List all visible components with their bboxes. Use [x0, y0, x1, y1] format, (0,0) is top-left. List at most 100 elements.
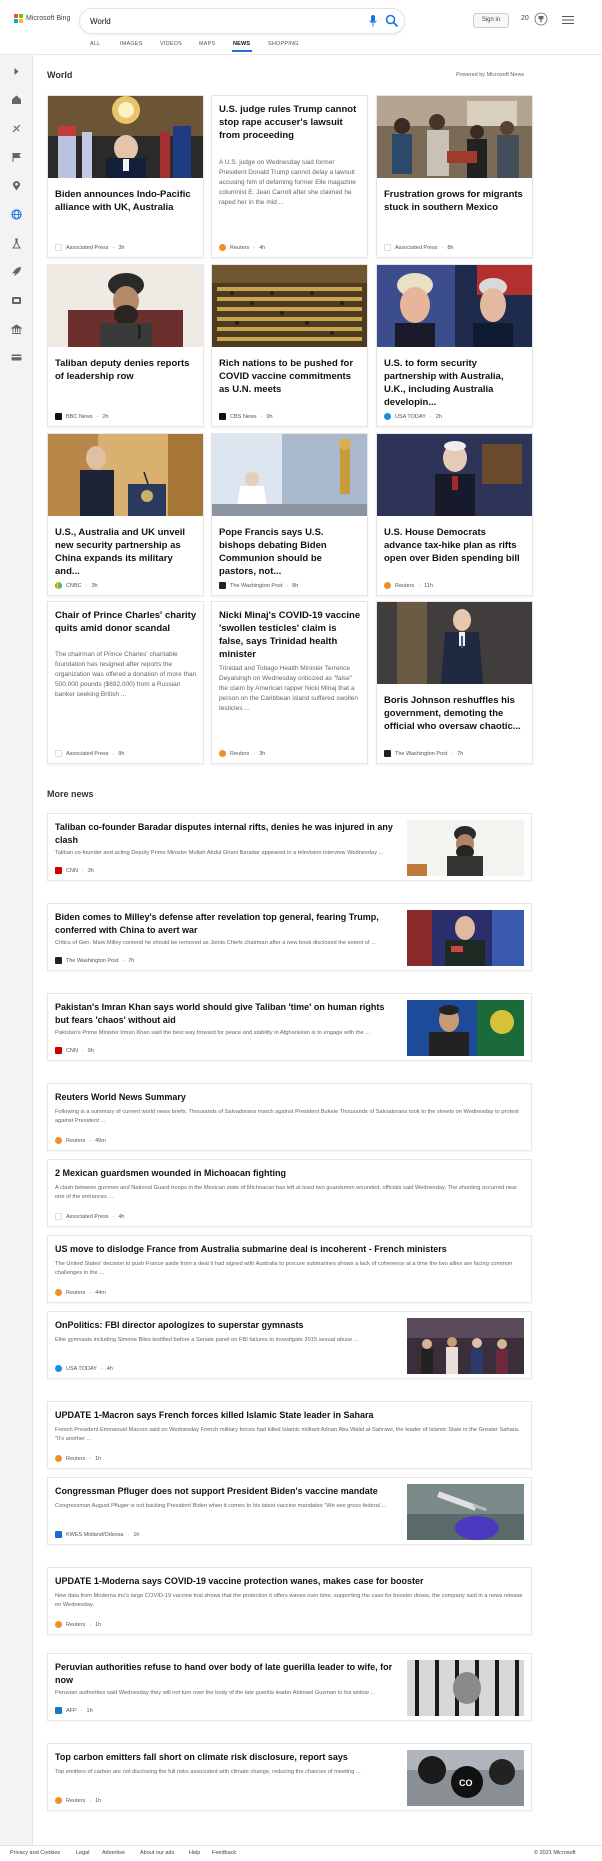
signin-button[interactable]: Sign in — [473, 13, 509, 28]
globe-icon[interactable] — [10, 208, 23, 221]
card-headline[interactable]: Rich nations to be pushed for COVID vacc… — [219, 357, 361, 396]
news-card[interactable]: Pope Francis says U.S. bishops debating … — [211, 433, 368, 596]
footer-link-advertise[interactable]: Advertise — [102, 1850, 125, 1856]
more-news-headline[interactable]: 2 Mexican guardsmen wounded in Michoacan… — [55, 1167, 525, 1180]
news-card[interactable]: U.S. to form security partnership with A… — [376, 264, 533, 427]
footer-link-about-ads[interactable]: About our ads — [140, 1850, 174, 1856]
hamburger-menu-icon[interactable] — [562, 15, 574, 25]
more-news-headline[interactable]: Biden comes to Milley's defense after re… — [55, 911, 400, 937]
politics-icon[interactable] — [10, 323, 23, 336]
card-headline[interactable]: U.S. House Democrats advance tax-hike pl… — [384, 526, 526, 565]
card-headline[interactable]: U.S., Australia and UK unveil new securi… — [55, 526, 197, 578]
news-card[interactable]: Nicki Minaj's COVID-19 vaccine 'swollen … — [211, 601, 368, 764]
more-news-snippet: Congressman August Pfluger is not backin… — [55, 1503, 387, 1509]
more-news-item[interactable]: UPDATE 1-Macron says French forces kille… — [47, 1401, 532, 1469]
card-headline[interactable]: Biden announces Indo-Pacific alliance wi… — [55, 188, 197, 214]
home-icon[interactable] — [10, 93, 23, 106]
footer-link-privacy[interactable]: Privacy and Cookies — [10, 1850, 60, 1856]
tab-all[interactable]: ALL — [90, 41, 100, 47]
more-news-headline[interactable]: Top carbon emitters fall short on climat… — [55, 1751, 400, 1764]
more-news-headline[interactable]: Reuters World News Summary — [55, 1091, 525, 1104]
more-news-item[interactable]: OnPolitics: FBI director apologizes to s… — [47, 1311, 532, 1379]
footer-link-help[interactable]: Help — [189, 1850, 200, 1856]
more-news-headline[interactable]: OnPolitics: FBI director apologizes to s… — [55, 1319, 400, 1332]
more-news-headline[interactable]: UPDATE 1-Moderna says COVID-19 vaccine p… — [55, 1575, 525, 1588]
more-news-item[interactable]: Pakistan's Imran Khan says world should … — [47, 993, 532, 1061]
footer-link-legal[interactable]: Legal — [76, 1850, 89, 1856]
location-icon[interactable] — [10, 179, 23, 192]
powered-by-label[interactable]: Powered by Microsoft News — [456, 72, 524, 78]
more-news-item[interactable]: Biden comes to Milley's defense after re… — [47, 903, 532, 971]
ap-logo-icon — [55, 1213, 62, 1220]
source-name: KWES Midland/Odessa — [66, 1531, 124, 1538]
more-news-item[interactable]: 2 Mexican guardsmen wounded in Michoacan… — [47, 1159, 532, 1227]
card-headline[interactable]: U.S. to form security partnership with A… — [384, 357, 526, 409]
tab-news[interactable]: NEWS — [233, 41, 250, 47]
microphone-icon[interactable] — [368, 14, 378, 28]
news-card[interactable]: Biden announces Indo-Pacific alliance wi… — [47, 95, 204, 258]
more-news-headline[interactable]: Peruvian authorities refuse to hand over… — [55, 1661, 400, 1687]
card-headline[interactable]: Boris Johnson reshuffles his government,… — [384, 694, 526, 733]
card-headline[interactable]: Pope Francis says U.S. bishops debating … — [219, 526, 361, 578]
news-card[interactable]: U.S. judge rules Trump cannot stop rape … — [211, 95, 368, 258]
more-news-headline[interactable]: Congressman Pfluger does not support Pre… — [55, 1485, 400, 1498]
tab-maps[interactable]: MAPS — [199, 41, 215, 47]
rewards-points[interactable]: 20 — [521, 15, 529, 22]
sports-icon[interactable] — [10, 122, 23, 135]
tab-images[interactable]: IMAGES — [120, 41, 143, 47]
news-card[interactable]: Frustration grows for migrants stuck in … — [376, 95, 533, 258]
more-news-headline[interactable]: Pakistan's Imran Khan says world should … — [55, 1001, 400, 1027]
card-headline[interactable]: U.S. judge rules Trump cannot stop rape … — [219, 103, 361, 142]
more-news-snippet: Critics of Gen. Mark Milley contend he s… — [55, 940, 376, 946]
bing-logo[interactable]: Microsoft Bing — [14, 14, 70, 23]
source-time: 2h — [102, 413, 109, 420]
more-news-item[interactable]: Congressman Pfluger does not support Pre… — [47, 1477, 532, 1545]
news-card[interactable]: U.S., Australia and UK unveil new securi… — [47, 433, 204, 596]
news-card[interactable]: Rich nations to be pushed for COVID vacc… — [211, 264, 368, 427]
reuters-logo-icon — [219, 750, 226, 757]
card-headline[interactable]: Nicki Minaj's COVID-19 vaccine 'swollen … — [219, 609, 361, 661]
science-icon[interactable] — [10, 237, 23, 250]
more-news-item[interactable]: Reuters World News Summary Following is … — [47, 1083, 532, 1151]
more-news-item[interactable]: US move to dislodge France from Australi… — [47, 1235, 532, 1303]
tab-videos[interactable]: VIDEOS — [160, 41, 182, 47]
more-news-snippet: French President Emmanuel Macron said on… — [55, 1427, 520, 1442]
chandelier-flags-icon — [48, 96, 203, 178]
money-icon[interactable] — [10, 351, 23, 364]
header-bar: Microsoft Bing Sign in 20 — [0, 0, 602, 38]
card-headline[interactable]: Frustration grows for migrants stuck in … — [384, 188, 526, 214]
section-title: World — [47, 70, 73, 80]
crowd-photo-icon — [377, 96, 532, 178]
news-card[interactable]: U.S. House Democrats advance tax-hike pl… — [376, 433, 533, 596]
more-news-source: AFP · 1h — [55, 1707, 93, 1714]
flag-icon[interactable] — [10, 151, 23, 164]
card-headline[interactable]: Taliban deputy denies reports of leaders… — [55, 357, 197, 383]
more-news-item[interactable]: UPDATE 1-Moderna says COVID-19 vaccine p… — [47, 1567, 532, 1635]
card-headline[interactable]: Chair of Prince Charles' charity quits a… — [55, 609, 197, 635]
footer-link-feedback[interactable]: Feedback — [212, 1850, 236, 1856]
more-news-item[interactable]: Top carbon emitters fall short on climat… — [47, 1743, 532, 1811]
more-news-item[interactable]: Taliban co-founder Baradar disputes inte… — [47, 813, 532, 881]
rewards-trophy-icon[interactable] — [534, 12, 548, 26]
news-card[interactable]: Chair of Prince Charles' charity quits a… — [47, 601, 204, 764]
more-news-source: CNN · 9h — [55, 1047, 94, 1054]
news-card[interactable]: Boris Johnson reshuffles his government,… — [376, 601, 533, 764]
more-news-item[interactable]: Peruvian authorities refuse to hand over… — [47, 1653, 532, 1721]
more-news-headline[interactable]: UPDATE 1-Macron says French forces kille… — [55, 1409, 525, 1422]
rocket-icon[interactable] — [10, 265, 23, 278]
more-news-headline[interactable]: Taliban co-founder Baradar disputes inte… — [55, 821, 400, 847]
tab-shopping[interactable]: SHOPPING — [268, 41, 299, 47]
more-news-headline[interactable]: US move to dislodge France from Australi… — [55, 1243, 525, 1256]
search-icon[interactable] — [385, 14, 399, 28]
news-card[interactable]: Taliban deputy denies reports of leaders… — [47, 264, 204, 427]
source-time: 2h — [435, 413, 442, 420]
ap-logo-icon — [55, 750, 62, 757]
chevron-right-icon[interactable] — [10, 65, 23, 78]
source-time: 1h — [95, 1797, 102, 1804]
reuters-logo-icon — [384, 582, 391, 589]
entertainment-icon[interactable] — [10, 294, 23, 307]
search-input[interactable] — [90, 14, 340, 28]
search-box[interactable] — [80, 9, 404, 33]
source-name: CNBC — [66, 582, 82, 589]
source-time: 1h — [95, 1455, 102, 1462]
